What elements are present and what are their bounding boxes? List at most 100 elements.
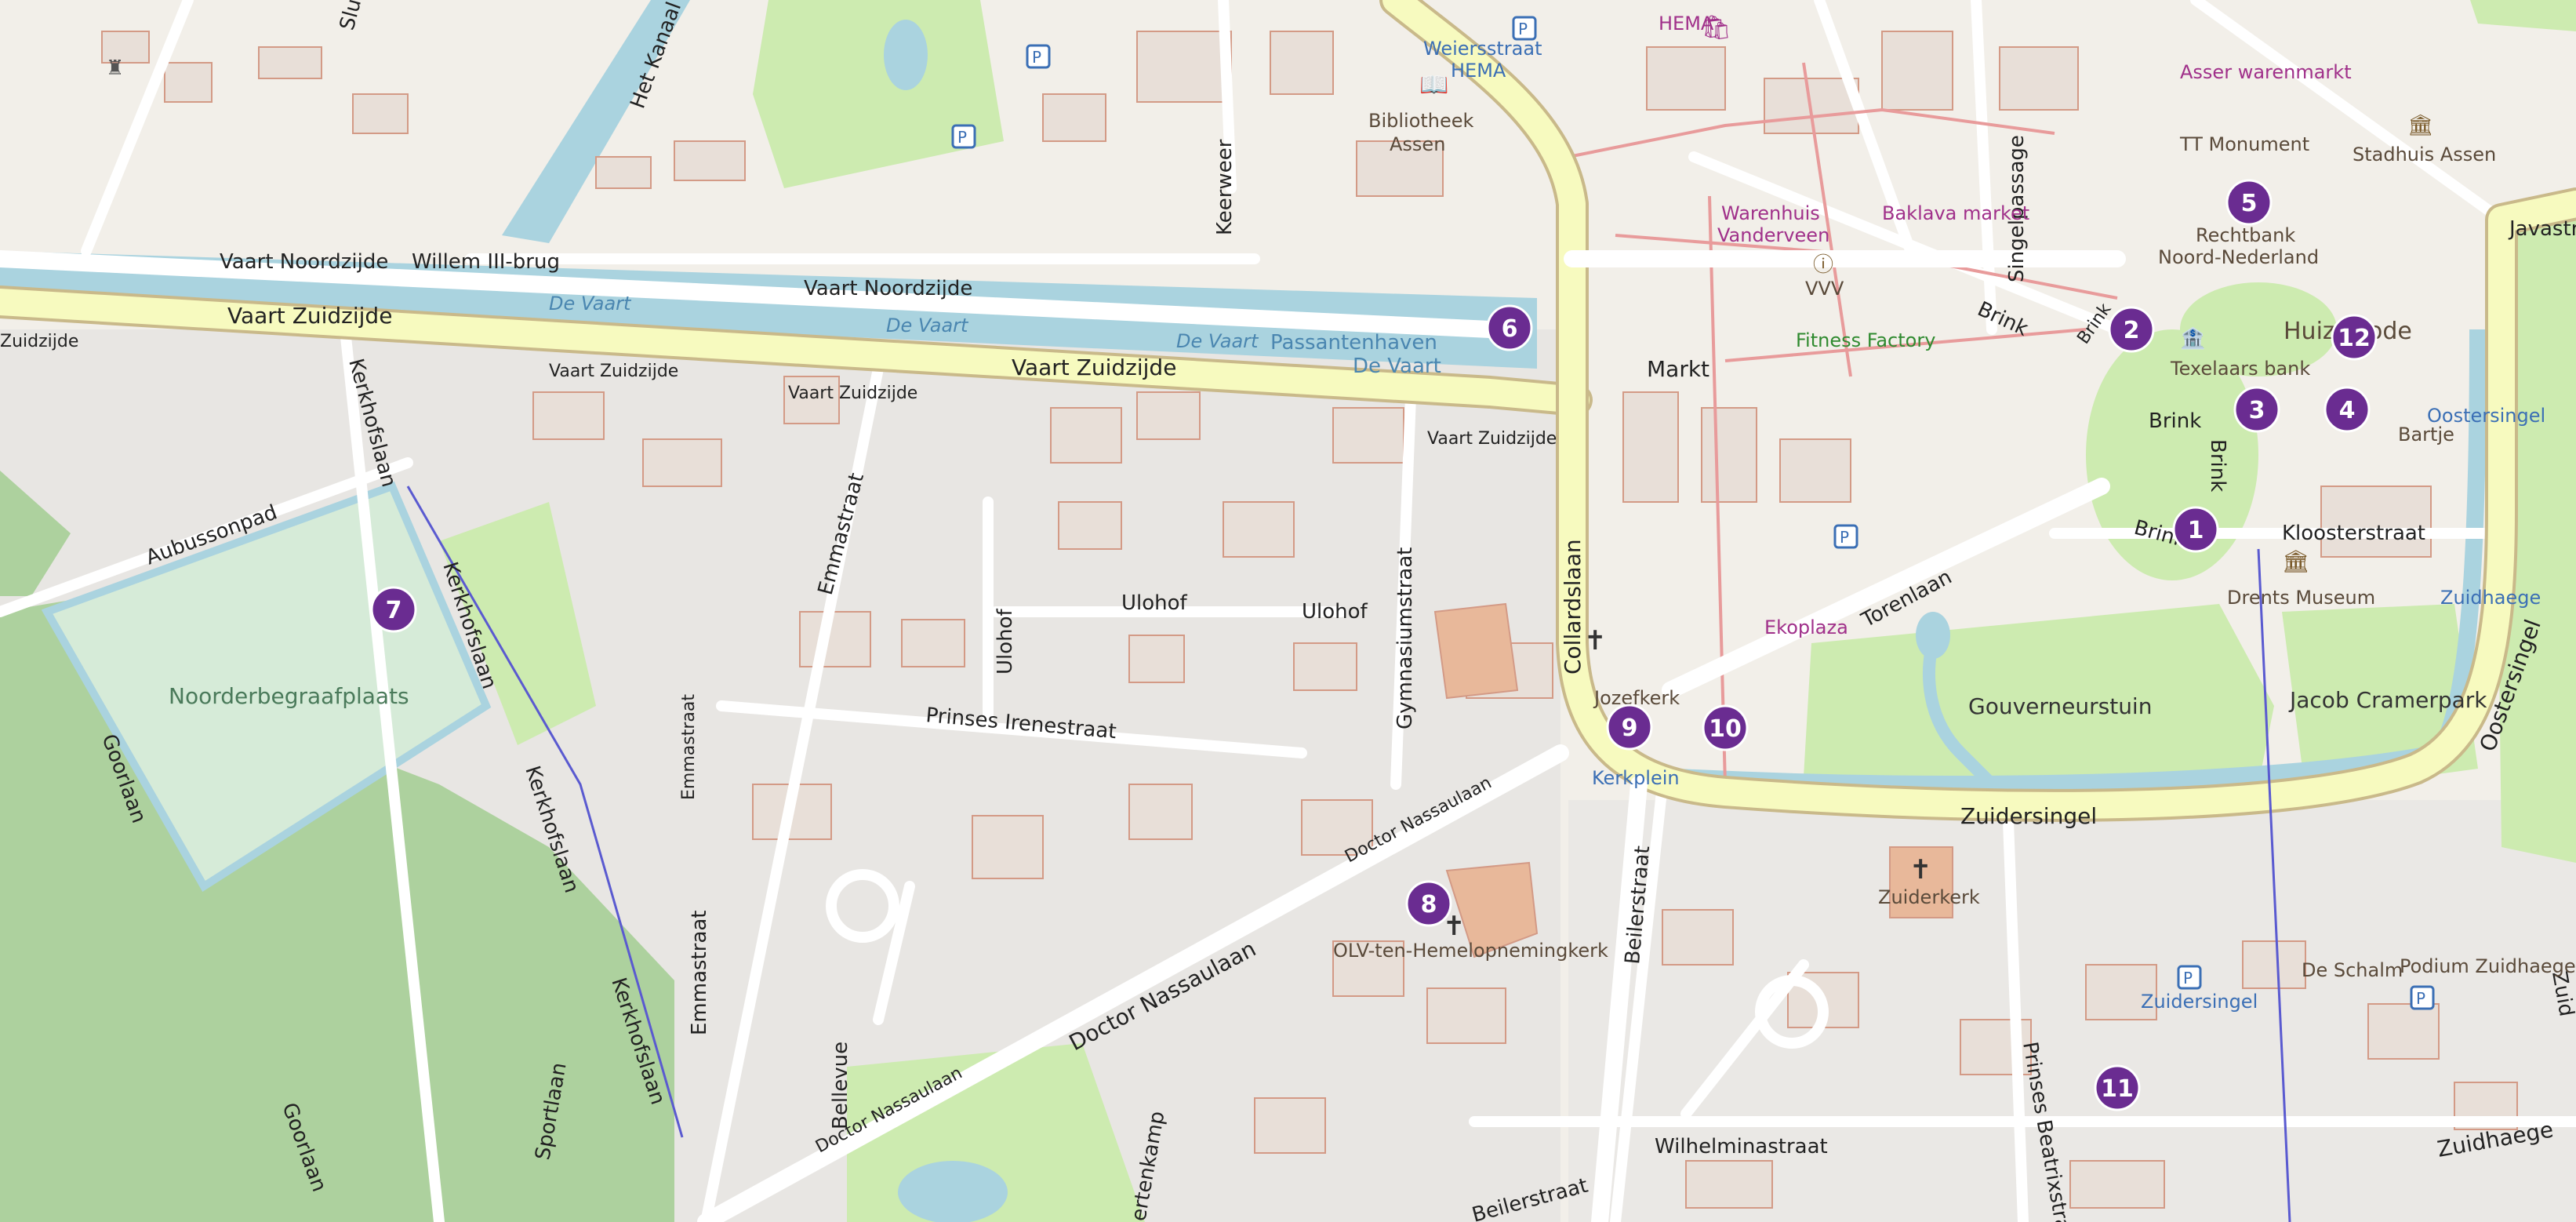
route-marker-number: 7 (386, 597, 402, 624)
townhall-icon: 🏛 (2407, 114, 2433, 137)
route-marker-7[interactable]: 7 (370, 586, 417, 633)
poi-label-oostersingel: Oostersingel (2427, 405, 2545, 427)
street-label-vaart-zuidzijde: Vaart Zuidzijde (227, 303, 392, 329)
route-marker-number: 4 (2339, 397, 2356, 424)
street-label-zuidersingel: Zuidersingel (1960, 803, 2097, 829)
street-label-vaart-zuidzijde: Vaart Zuidzijde (1012, 355, 1176, 380)
street-label-emmastraat: Emmastraat (688, 910, 711, 1035)
street-label-brink: Brink (2206, 439, 2229, 492)
poi-label-weiersstraat: Weiersstraat (1423, 38, 1542, 60)
route-marker-number: 9 (1622, 715, 1638, 742)
poi-label-olv: OLV-ten-Hemelopnemingkerk (1333, 940, 1608, 962)
parking-icon: P (1026, 44, 1051, 69)
svg-text:P: P (957, 128, 967, 147)
svg-text:P: P (1840, 528, 1849, 547)
water-label-passantenhaven: Passantenhaven (1270, 331, 1437, 355)
route-marker-8[interactable]: 8 (1405, 880, 1452, 927)
water-label-de-vaart: De Vaart (549, 293, 632, 315)
route-marker-1[interactable]: 1 (2172, 506, 2219, 553)
poi-label-gouverneurstuin: Gouverneurstuin (1968, 693, 2152, 719)
poi-label-zuiderkerk: Zuiderkerk (1878, 886, 1980, 908)
poi-label-bibliotheek: Assen (1390, 133, 1445, 155)
poi-label-bartje: Bartje (2398, 424, 2454, 446)
poi-label-baklava: Baklava market (1882, 202, 2029, 224)
poi-label-rechtbank: Noord-Nederland (2158, 246, 2319, 268)
water-label-passantenhaven: De Vaart (1353, 355, 1441, 378)
poi-label-ekoplaza: Ekoplaza (1764, 616, 1848, 638)
poi-label-warenhuis: Vanderveen (1717, 224, 1829, 246)
svg-text:P: P (2183, 969, 2193, 987)
jozefkerk-building (1433, 602, 1519, 700)
street-label-zuidzijde: Zuidzijde (0, 332, 78, 351)
svg-text:P: P (2416, 989, 2425, 1008)
street-label-ulohof: Ulohof (1121, 591, 1188, 615)
parking-icon: P (2177, 965, 2202, 990)
route-marker-number: 11 (2101, 1075, 2134, 1103)
route-marker-9[interactable]: 9 (1606, 704, 1653, 751)
pond-gouverneur (1916, 612, 1950, 659)
street-label-ulohof: Ulohof (994, 608, 1017, 675)
route-marker-12[interactable]: 12 (2331, 314, 2378, 361)
poi-label-weiersstraat: HEMA (1451, 60, 1506, 82)
poi-label-texelaars: Texelaars bank (2170, 358, 2310, 380)
street-label-vaart-zuidzijde: Vaart Zuidzijde (788, 384, 917, 403)
route-marker-number: 5 (2241, 190, 2258, 217)
street-label-javastraat: Javastraat (2508, 217, 2576, 241)
pond-north (884, 20, 928, 90)
route-marker-3[interactable]: 3 (2233, 386, 2280, 433)
poi-label-warenhuis: Warenhuis (1721, 202, 1820, 224)
route-marker-2[interactable]: 2 (2108, 306, 2155, 353)
poi-label-zuidhaege: Zuidhaege (2440, 587, 2541, 609)
pond-south (898, 1161, 1008, 1222)
street-label-ulohof: Ulohof (1302, 600, 1368, 624)
poi-label-noorderbegraafplaats: Noorderbegraafplaats (169, 683, 409, 709)
street-label-bellevue: Bellevue (829, 1042, 852, 1129)
street-label-vaart-noordzijde: Vaart Noordzijde (804, 277, 972, 300)
water-label-de-vaart: De Vaart (1176, 330, 1259, 352)
poi-label-zuidersingel-parking: Zuidersingel (2141, 991, 2258, 1013)
street-label-vaart-zuidzijde: Vaart Zuidzijde (549, 362, 678, 381)
route-marker-number: 2 (2124, 317, 2140, 344)
parking-icon: P (1833, 524, 1858, 549)
library-icon: 📖 (1419, 71, 1448, 99)
poi-label-podium: Podium Zuidhaege (2400, 955, 2576, 977)
svg-text:P: P (1518, 20, 1528, 38)
route-marker-number: 8 (1421, 891, 1437, 918)
street-label-brink: Brink (2149, 409, 2201, 433)
route-marker-10[interactable]: 10 (1702, 704, 1749, 751)
route-marker-number: 6 (1502, 315, 1518, 343)
map-canvas[interactable]: Vaart Noordzijde Vaart Noordzijde Willem… (0, 0, 2576, 1222)
street-label-kloosterstraat: Kloosterstraat (2282, 522, 2425, 545)
church-icon: ✝ (1584, 625, 1607, 656)
poi-label-kerkplein: Kerkplein (1592, 767, 1680, 789)
parking-icon: P (1512, 16, 1537, 41)
street-label-markt: Markt (1647, 356, 1709, 382)
bank-icon: 🏦 (2180, 326, 2205, 351)
route-marker-11[interactable]: 11 (2094, 1064, 2141, 1111)
street-label-gymnasiumstraat: Gymnasiumstraat (1393, 547, 1417, 729)
poi-label-rechtbank: Rechtbank (2196, 224, 2295, 246)
street-label-willem-brug: Willem III-brug (412, 250, 560, 274)
route-marker-6[interactable]: 6 (1486, 304, 1533, 351)
street-label-collardslaan: Collardslaan (1560, 539, 1586, 675)
street-label-wilhelminastraat: Wilhelminastraat (1655, 1135, 1828, 1158)
route-marker-number: 1 (2188, 517, 2204, 544)
route-marker-5[interactable]: 5 (2225, 179, 2273, 226)
svg-text:P: P (1032, 48, 1041, 67)
poi-label-fitness: Fitness Factory (1796, 329, 1935, 351)
street-label-emmastraat: Emmastraat (679, 694, 699, 800)
route-marker-number: 10 (1709, 715, 1742, 743)
parking-icon: P (951, 124, 976, 149)
poi-label-tt-monument: TT Monument (2179, 133, 2309, 155)
info-icon: ⓘ (1813, 253, 1833, 277)
street-label-keerweer: Keerweer (1213, 139, 1237, 235)
poi-label-bibliotheek: Bibliotheek (1368, 110, 1474, 132)
shop-icon: 🛍 (1702, 14, 1731, 42)
poi-label-asser-warenmarkt: Asser warenmarkt (2180, 61, 2352, 83)
route-marker-number: 12 (2338, 325, 2371, 352)
route-marker-4[interactable]: 4 (2323, 386, 2371, 433)
route-marker-number: 3 (2249, 397, 2265, 424)
poi-label-drents-museum: Drents Museum (2227, 587, 2375, 609)
water-label-de-vaart: De Vaart (886, 315, 969, 336)
church-icon: ✝ (1909, 854, 1932, 886)
